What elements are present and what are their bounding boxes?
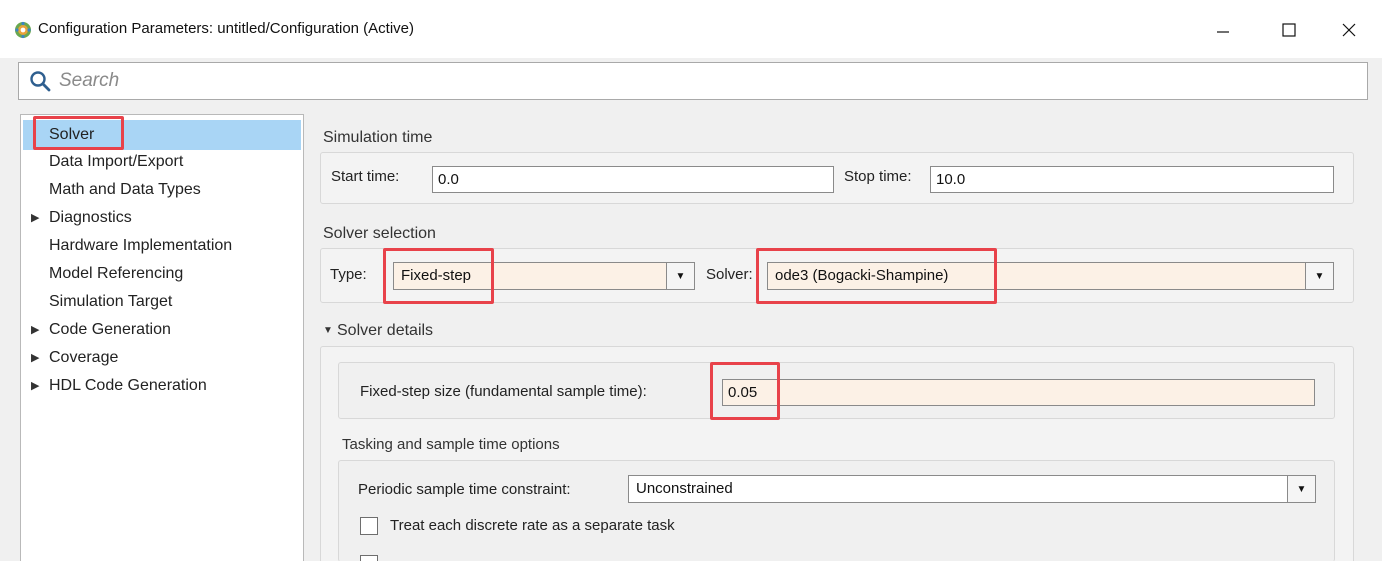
simulink-gear-icon: [15, 21, 31, 39]
tree-item-diagnostics[interactable]: ▶ Diagnostics: [21, 204, 303, 232]
solver-details-group: Fixed-step size (fundamental sample time…: [320, 346, 1354, 561]
separate-task-checkbox[interactable]: [360, 517, 378, 535]
periodic-constraint-label: Periodic sample time constraint:: [358, 481, 571, 498]
fixed-step-size-input[interactable]: [722, 379, 1315, 406]
solver-label: Solver:: [706, 266, 753, 283]
tree-item-label: Code Generation: [49, 321, 171, 338]
search-bar: [18, 62, 1368, 100]
title-bar: Configuration Parameters: untitled/Confi…: [0, 0, 1382, 58]
tree-item-label: Solver: [49, 126, 95, 143]
search-input[interactable]: [59, 67, 1359, 95]
stop-time-input[interactable]: [930, 166, 1334, 193]
maximize-button[interactable]: [1266, 12, 1312, 48]
tree-item-math-and-data-types[interactable]: Math and Data Types: [21, 176, 303, 204]
maximize-icon: [1282, 23, 1296, 37]
tree-item-simulation-target[interactable]: Simulation Target: [21, 288, 303, 316]
solver-value: ode3 (Bogacki-Shampine): [775, 267, 949, 284]
simulation-time-group: Start time: Stop time:: [320, 152, 1354, 204]
minimize-icon: [1217, 31, 1229, 33]
category-tree: Solver Data Import/Export Math and Data …: [20, 114, 304, 561]
solver-selection-group: Type: Fixed-step ▼ Solver: ode3 (Bogacki…: [320, 248, 1354, 303]
tasking-options-heading: Tasking and sample time options: [342, 436, 560, 453]
stop-time-label: Stop time:: [844, 168, 912, 185]
expand-arrow-icon[interactable]: ▶: [31, 316, 39, 344]
separate-task-label: Treat each discrete rate as a separate t…: [390, 517, 675, 534]
solver-type-label: Type:: [330, 266, 367, 283]
solver-type-dropdown[interactable]: Fixed-step ▼: [393, 262, 695, 290]
solver-type-value: Fixed-step: [401, 267, 472, 284]
tree-item-label: Diagnostics: [49, 209, 132, 226]
chevron-down-icon[interactable]: ▼: [666, 263, 694, 289]
collapse-arrow-icon: ▼: [323, 325, 333, 336]
minimize-button[interactable]: [1200, 12, 1246, 48]
tree-item-coverage[interactable]: ▶ Coverage: [21, 344, 303, 372]
tree-item-label: Data Import/Export: [49, 153, 184, 170]
periodic-constraint-value: Unconstrained: [636, 480, 733, 497]
close-icon: [1342, 23, 1356, 37]
solver-settings-pane: Simulation time Start time: Stop time: S…: [304, 114, 1382, 561]
tree-item-label: Simulation Target: [49, 293, 173, 310]
tree-item-solver[interactable]: Solver: [23, 120, 301, 150]
tree-item-label: Hardware Implementation: [49, 237, 233, 254]
solver-details-heading: Solver details: [337, 322, 434, 339]
window-title: Configuration Parameters: untitled/Confi…: [38, 20, 415, 37]
tasking-options-group: Periodic sample time constraint: Unconst…: [338, 460, 1335, 561]
fixed-step-group: Fixed-step size (fundamental sample time…: [338, 362, 1335, 419]
tree-item-label: Model Referencing: [49, 265, 184, 282]
expand-arrow-icon[interactable]: ▶: [31, 344, 39, 372]
tree-item-hdl-code-generation[interactable]: ▶ HDL Code Generation: [21, 372, 303, 400]
tree-item-label: HDL Code Generation: [49, 377, 207, 394]
solver-selection-heading: Solver selection: [323, 225, 436, 242]
chevron-down-icon[interactable]: ▼: [1305, 263, 1333, 289]
fixed-step-size-label: Fixed-step size (fundamental sample time…: [360, 383, 647, 400]
start-time-input[interactable]: [432, 166, 834, 193]
chevron-down-icon[interactable]: ▼: [1287, 476, 1315, 502]
solver-dropdown[interactable]: ode3 (Bogacki-Shampine) ▼: [767, 262, 1334, 290]
second-option-checkbox[interactable]: [360, 555, 378, 561]
tree-item-label: Math and Data Types: [49, 181, 201, 198]
tree-item-label: Coverage: [49, 349, 119, 366]
expand-arrow-icon[interactable]: ▶: [31, 204, 39, 232]
tree-item-data-import-export[interactable]: Data Import/Export: [21, 148, 303, 176]
tree-item-code-generation[interactable]: ▶ Code Generation: [21, 316, 303, 344]
simulation-time-heading: Simulation time: [323, 129, 433, 146]
search-icon: [30, 71, 51, 92]
close-button[interactable]: [1326, 12, 1372, 48]
tree-item-model-referencing[interactable]: Model Referencing: [21, 260, 303, 288]
periodic-constraint-dropdown[interactable]: Unconstrained ▼: [628, 475, 1316, 503]
start-time-label: Start time:: [331, 168, 400, 185]
expand-arrow-icon[interactable]: ▶: [31, 372, 39, 400]
tree-item-hardware-implementation[interactable]: Hardware Implementation: [21, 232, 303, 260]
